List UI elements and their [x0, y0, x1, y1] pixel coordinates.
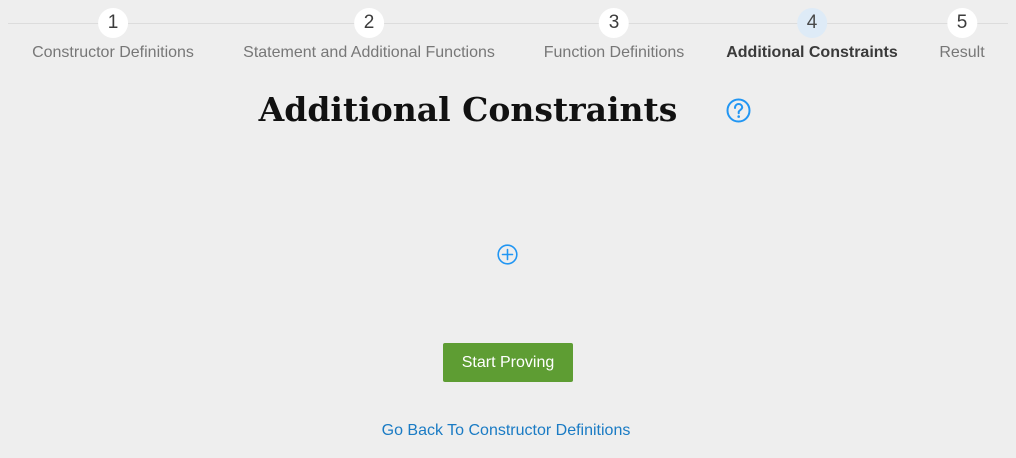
step-number: 3 — [598, 8, 629, 38]
step-constructor-definitions[interactable]: 1 Constructor Definitions — [32, 8, 194, 62]
step-additional-constraints[interactable]: 4 Additional Constraints — [726, 8, 898, 62]
step-result[interactable]: 5 Result — [939, 8, 985, 62]
stepper: 1 Constructor Definitions 2 Statement an… — [0, 0, 1016, 80]
step-number: 2 — [354, 8, 384, 38]
step-label: Additional Constraints — [726, 44, 898, 61]
step-statement-and-additional-functions[interactable]: 2 Statement and Additional Functions — [243, 8, 495, 62]
step-number: 1 — [98, 8, 128, 38]
plus-circle-icon[interactable] — [497, 244, 518, 265]
step-label: Result — [939, 44, 985, 61]
question-circle-icon[interactable] — [726, 98, 751, 123]
step-function-definitions[interactable]: 3 Function Definitions — [543, 8, 685, 62]
step-label: Statement and Additional Functions — [243, 44, 495, 61]
go-back-link[interactable]: Go Back To Constructor Definitions — [0, 422, 1012, 440]
page-title: Additional Constraints — [258, 90, 678, 129]
step-number: 5 — [946, 8, 977, 38]
step-label: Function Definitions — [543, 44, 685, 61]
start-proving-button[interactable]: Start Proving — [443, 343, 573, 382]
step-number: 4 — [797, 8, 827, 38]
page: 1 Constructor Definitions 2 Statement an… — [0, 0, 1016, 458]
step-label: Constructor Definitions — [32, 44, 194, 61]
